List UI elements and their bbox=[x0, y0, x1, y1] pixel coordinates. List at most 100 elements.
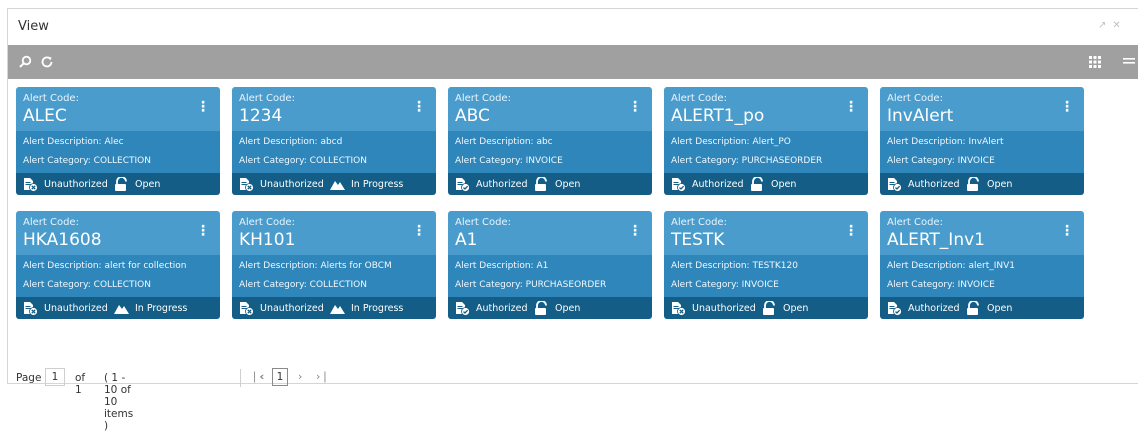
record-status-label: Open bbox=[771, 178, 797, 190]
open-lock-icon bbox=[966, 177, 981, 191]
close-icon[interactable]: ✕ bbox=[1112, 20, 1126, 31]
record-status: Open bbox=[966, 300, 1012, 316]
search-icon[interactable] bbox=[16, 53, 34, 71]
alert-code-value: ALERT1_po bbox=[671, 106, 765, 126]
record-status: In Progress bbox=[330, 300, 403, 316]
card-footer: Unauthorized Open bbox=[16, 173, 220, 195]
card-footer: Authorized Open bbox=[880, 297, 1084, 319]
alert-description: Alert Description: Alec bbox=[23, 137, 124, 147]
alert-category: Alert Category: PURCHASEORDER bbox=[671, 156, 822, 166]
alert-card-hka1608[interactable]: Alert Code: HKA1608 ⋮ Alert Description:… bbox=[16, 211, 220, 319]
auth-status-label: Unauthorized bbox=[260, 302, 324, 314]
in-progress-icon bbox=[330, 178, 345, 190]
card-header: Alert Code: A1 ⋮ bbox=[448, 211, 652, 255]
alert-code-value: ALEC bbox=[23, 106, 67, 126]
unauthorized-icon bbox=[239, 177, 254, 192]
kebab-menu-icon[interactable]: ⋮ bbox=[412, 223, 426, 239]
alert-category: Alert Category: INVOICE bbox=[887, 156, 995, 166]
kebab-menu-icon[interactable]: ⋮ bbox=[1060, 223, 1074, 239]
alert-card-testk[interactable]: Alert Code: TESTK ⋮ Alert Description: T… bbox=[664, 211, 868, 319]
alert-description: Alert Description: A1 bbox=[455, 261, 548, 271]
authorized-icon bbox=[887, 301, 902, 316]
alert-category: Alert Category: COLLECTION bbox=[239, 156, 367, 166]
auth-status: Authorized bbox=[887, 300, 960, 316]
card-body: Alert Description: Alerts for OBCM Alert… bbox=[232, 255, 436, 297]
alert-category: Alert Category: COLLECTION bbox=[239, 280, 367, 290]
alert-code-label: Alert Code: bbox=[455, 93, 511, 104]
card-header: Alert Code: ALERT_Inv1 ⋮ bbox=[880, 211, 1084, 255]
window-title: View bbox=[18, 19, 49, 34]
kebab-menu-icon[interactable]: ⋮ bbox=[412, 99, 426, 115]
alert-description-label: Alert Description: bbox=[455, 261, 534, 271]
record-status-label: Open bbox=[987, 178, 1013, 190]
kebab-menu-icon[interactable]: ⋮ bbox=[844, 223, 858, 239]
card-body: Alert Description: Alert_PO Alert Catego… bbox=[664, 131, 868, 173]
alert-code-label: Alert Code: bbox=[455, 217, 511, 228]
auth-status: Unauthorized bbox=[671, 300, 756, 316]
auth-status: Unauthorized bbox=[239, 176, 324, 192]
record-status-label: In Progress bbox=[351, 178, 404, 190]
alert-card-a1[interactable]: Alert Code: A1 ⋮ Alert Description: A1 A… bbox=[448, 211, 652, 319]
kebab-menu-icon[interactable]: ⋮ bbox=[196, 223, 210, 239]
alert-description-value: Alec bbox=[104, 137, 124, 147]
alert-description-label: Alert Description: bbox=[23, 261, 102, 271]
alert-card-alert1_po[interactable]: Alert Code: ALERT1_po ⋮ Alert Descriptio… bbox=[664, 87, 868, 195]
card-footer: Authorized Open bbox=[880, 173, 1084, 195]
card-body: Alert Description: alert_INV1 Alert Cate… bbox=[880, 255, 1084, 297]
alert-category-label: Alert Category: bbox=[671, 280, 739, 290]
alert-description-value: abc bbox=[536, 137, 553, 147]
grid-view-icon[interactable] bbox=[1086, 53, 1104, 71]
record-status-label: Open bbox=[783, 302, 809, 314]
card-header: Alert Code: KH101 ⋮ bbox=[232, 211, 436, 255]
alert-category-label: Alert Category: bbox=[455, 156, 523, 166]
unauthorized-icon bbox=[239, 301, 254, 316]
alert-card-alert_inv1[interactable]: Alert Code: ALERT_Inv1 ⋮ Alert Descripti… bbox=[880, 211, 1084, 319]
open-lock-icon bbox=[750, 177, 765, 191]
refresh-icon[interactable] bbox=[38, 53, 56, 71]
kebab-menu-icon[interactable]: ⋮ bbox=[844, 99, 858, 115]
record-status-label: Open bbox=[555, 302, 581, 314]
alert-description-value: A1 bbox=[536, 261, 549, 271]
page-input[interactable]: 1 bbox=[45, 368, 65, 386]
prev-page-icon[interactable]: ‹ bbox=[260, 370, 264, 383]
alert-category-value: INVOICE bbox=[741, 280, 779, 290]
alert-code-value: HKA1608 bbox=[23, 230, 102, 250]
alert-description: Alert Description: Alert_PO bbox=[671, 137, 791, 147]
alert-code-label: Alert Code: bbox=[887, 93, 943, 104]
alert-description-label: Alert Description: bbox=[239, 137, 318, 147]
kebab-menu-icon[interactable]: ⋮ bbox=[628, 223, 642, 239]
kebab-menu-icon[interactable]: ⋮ bbox=[196, 99, 210, 115]
alert-category: Alert Category: COLLECTION bbox=[23, 156, 151, 166]
alert-card-1234[interactable]: Alert Code: 1234 ⋮ Alert Description: ab… bbox=[232, 87, 436, 195]
record-status: Open bbox=[750, 176, 796, 192]
auth-status-label: Unauthorized bbox=[44, 178, 108, 190]
alert-category: Alert Category: INVOICE bbox=[455, 156, 563, 166]
alert-card-abc[interactable]: Alert Code: ABC ⋮ Alert Description: abc… bbox=[448, 87, 652, 195]
card-body: Alert Description: Alec Alert Category: … bbox=[16, 131, 220, 173]
alert-category-value: PURCHASEORDER bbox=[741, 156, 823, 166]
alert-card-invalert[interactable]: Alert Code: InvAlert ⋮ Alert Description… bbox=[880, 87, 1084, 195]
card-body: Alert Description: TESTK120 Alert Catego… bbox=[664, 255, 868, 297]
alert-category-label: Alert Category: bbox=[23, 280, 91, 290]
kebab-menu-icon[interactable]: ⋮ bbox=[628, 99, 642, 115]
record-status: In Progress bbox=[114, 300, 187, 316]
alert-category-value: COLLECTION bbox=[93, 280, 151, 290]
next-page-icon[interactable]: › bbox=[298, 370, 302, 383]
alert-code-value: InvAlert bbox=[887, 106, 954, 126]
alert-category-value: INVOICE bbox=[957, 280, 995, 290]
current-page-button[interactable]: 1 bbox=[272, 368, 288, 386]
record-status: In Progress bbox=[330, 176, 403, 192]
alert-card-kh101[interactable]: Alert Code: KH101 ⋮ Alert Description: A… bbox=[232, 211, 436, 319]
card-footer: Authorized Open bbox=[448, 297, 652, 319]
expand-icon[interactable]: ↗ bbox=[1098, 20, 1112, 31]
alert-description-label: Alert Description: bbox=[671, 137, 750, 147]
card-body: Alert Description: A1 Alert Category: PU… bbox=[448, 255, 652, 297]
page-of-label: of 1 bbox=[75, 372, 86, 396]
alert-code-value: ABC bbox=[455, 106, 490, 126]
alert-card-alec[interactable]: Alert Code: ALEC ⋮ Alert Description: Al… bbox=[16, 87, 220, 195]
list-view-icon[interactable] bbox=[1120, 53, 1138, 71]
last-page-icon[interactable]: ›❘ bbox=[316, 370, 330, 383]
kebab-menu-icon[interactable]: ⋮ bbox=[1060, 99, 1074, 115]
open-lock-icon bbox=[534, 301, 549, 315]
card-header: Alert Code: InvAlert ⋮ bbox=[880, 87, 1084, 131]
